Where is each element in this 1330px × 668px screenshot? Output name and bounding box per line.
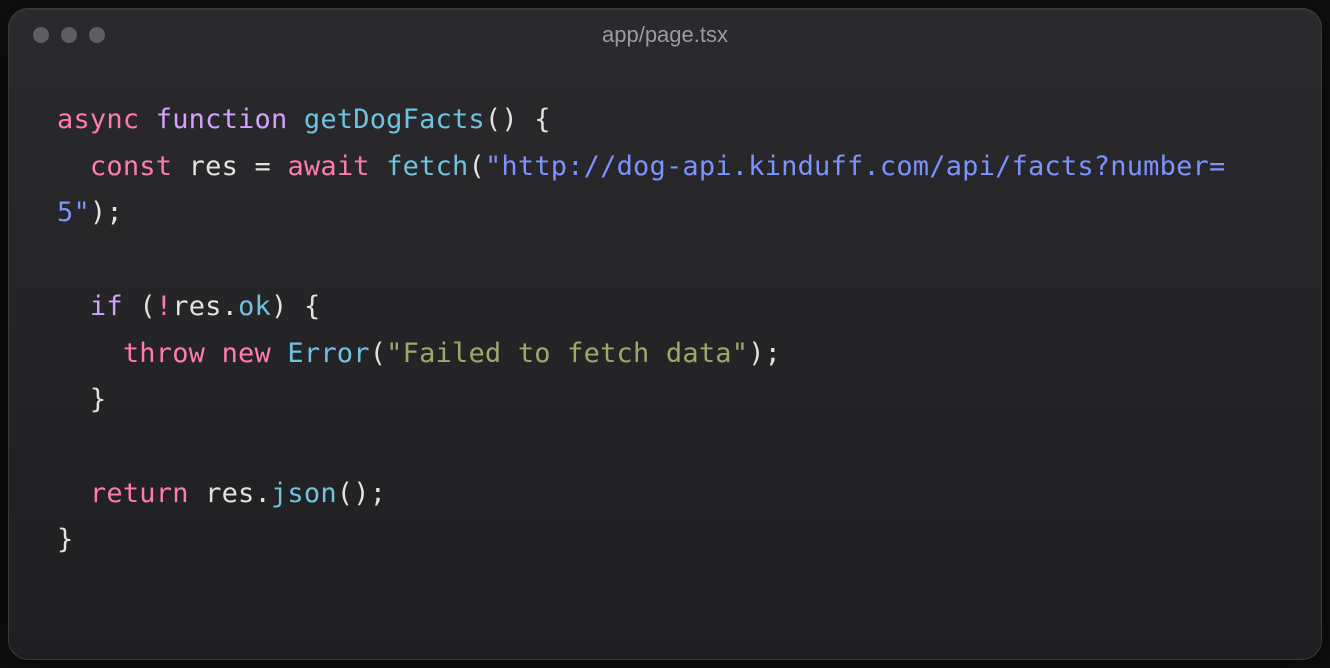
call-fetch: fetch — [386, 151, 468, 182]
function-name: getDogFacts — [304, 104, 485, 135]
keyword-async: async — [57, 104, 139, 135]
keyword-const: const — [90, 151, 172, 182]
class-error: Error — [287, 338, 369, 369]
keyword-new: new — [222, 338, 271, 369]
property-ok: ok — [238, 291, 271, 322]
paren-open: ( — [139, 291, 155, 322]
paren-close: ) — [353, 478, 369, 509]
paren-close: ) — [501, 104, 517, 135]
maximize-icon[interactable] — [89, 27, 105, 43]
keyword-return: return — [90, 478, 189, 509]
method-json: json — [271, 478, 337, 509]
semicolon: ; — [106, 197, 122, 228]
keyword-function: function — [156, 104, 288, 135]
titlebar: app/page.tsx — [9, 9, 1321, 61]
dot: . — [222, 291, 238, 322]
keyword-throw: throw — [123, 338, 205, 369]
semicolon: ; — [765, 338, 781, 369]
paren-close: ) — [271, 291, 287, 322]
keyword-await: await — [287, 151, 369, 182]
semicolon: ; — [370, 478, 386, 509]
keyword-if: if — [90, 291, 123, 322]
dot: . — [255, 478, 271, 509]
operator-not: ! — [156, 291, 172, 322]
code-window: app/page.tsx async function getDogFacts(… — [8, 8, 1322, 660]
code-block[interactable]: async function getDogFacts() { const res… — [9, 61, 1321, 600]
identifier-res: res — [189, 151, 238, 182]
identifier-res: res — [205, 478, 254, 509]
brace-close: } — [90, 384, 106, 415]
identifier-res: res — [172, 291, 221, 322]
paren-open: ( — [337, 478, 353, 509]
paren-open: ( — [370, 338, 386, 369]
brace-open: { — [304, 291, 320, 322]
string-error-message: "Failed to fetch data" — [386, 338, 748, 369]
operator-assign: = — [255, 151, 271, 182]
brace-open: { — [534, 104, 550, 135]
paren-open: ( — [468, 151, 484, 182]
close-icon[interactable] — [33, 27, 49, 43]
window-controls — [33, 27, 105, 43]
minimize-icon[interactable] — [61, 27, 77, 43]
paren-open: ( — [485, 104, 501, 135]
brace-close: } — [57, 524, 73, 555]
window-title: app/page.tsx — [9, 22, 1321, 48]
paren-close: ) — [90, 197, 106, 228]
paren-close: ) — [748, 338, 764, 369]
